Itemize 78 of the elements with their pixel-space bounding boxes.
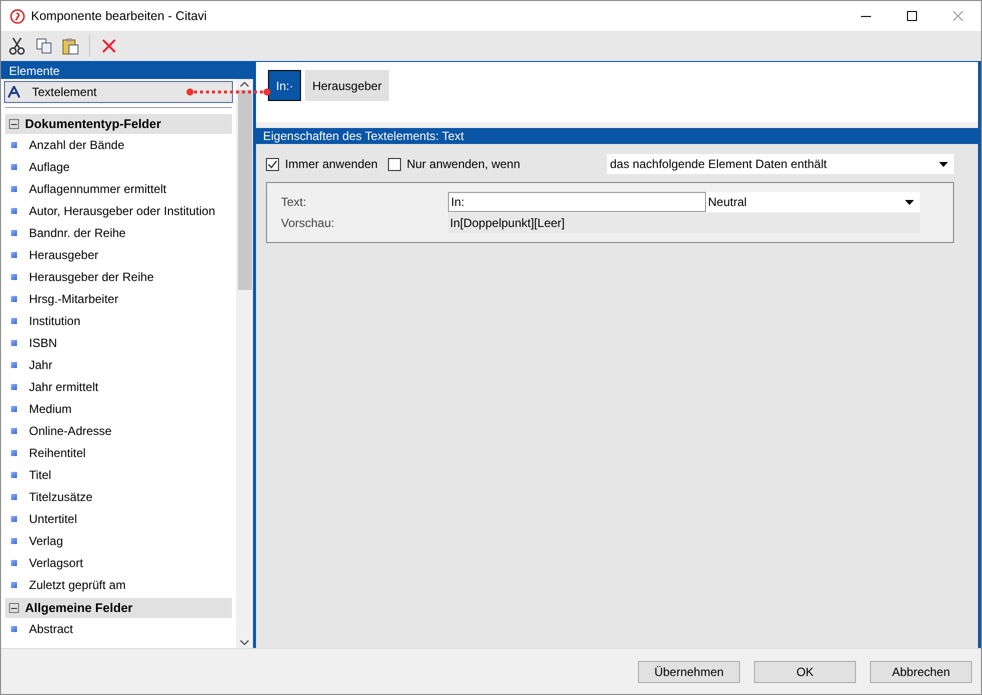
component-part[interactable]: Herausgeber: [305, 70, 389, 101]
field-icon: [11, 406, 17, 412]
field-icon: [11, 626, 17, 632]
style-select[interactable]: Neutral: [706, 192, 920, 212]
field-icon: [11, 340, 17, 346]
text-element-icon: [8, 86, 20, 98]
field-item[interactable]: ISBN: [1, 332, 236, 354]
close-icon[interactable]: [953, 11, 963, 21]
copy-icon[interactable]: [36, 38, 52, 54]
element-item[interactable]: Textelement: [4, 81, 233, 103]
field-icon: [11, 208, 17, 214]
field-icon: [11, 384, 17, 390]
clipboard-icon[interactable]: [62, 38, 79, 54]
field-item[interactable]: Zuletzt geprüft am: [1, 574, 236, 596]
field-icon: [11, 252, 17, 258]
field-icon: [11, 186, 17, 192]
collapse-icon[interactable]: [9, 119, 19, 129]
field-item[interactable]: Hrsg.-Mitarbeiter: [1, 288, 236, 310]
field-label: Vorschau:: [281, 215, 336, 232]
scissors-icon[interactable]: [8, 37, 24, 55]
field-item[interactable]: Jahr ermittelt: [1, 376, 236, 398]
field-icon: [11, 582, 17, 588]
field-item[interactable]: Untertitel: [1, 508, 236, 530]
group-header[interactable]: Dokumententyp-Felder: [5, 114, 232, 134]
panel-header: Elemente: [1, 62, 253, 79]
dialog-button[interactable]: OK: [754, 660, 856, 682]
dialog-button[interactable]: Abbrechen: [870, 660, 972, 682]
field-icon: [11, 274, 17, 280]
field-item[interactable]: Auflagennummer ermittelt: [1, 178, 236, 200]
field-icon: [11, 538, 17, 544]
dialog-button[interactable]: Übernehmen: [638, 660, 740, 682]
dropdown-arrow-icon: [905, 200, 914, 204]
field-item[interactable]: Medium: [1, 398, 236, 420]
checkbox[interactable]: [266, 158, 279, 170]
field-icon: [11, 450, 17, 456]
field-item[interactable]: Autor, Herausgeber oder Institution: [1, 200, 236, 222]
field-icon: [11, 472, 17, 478]
field-item[interactable]: Reihentitel: [1, 442, 236, 464]
app-logo-icon: [10, 8, 25, 24]
field-item[interactable]: Verlag: [1, 530, 236, 552]
field-icon: [11, 318, 17, 324]
field-item[interactable]: Bandnr. der Reihe: [1, 222, 236, 244]
checkbox[interactable]: [388, 158, 401, 170]
field-item[interactable]: Herausgeber der Reihe: [1, 266, 236, 288]
window-title: Komponente bearbeiten - Citavi: [31, 8, 207, 25]
component-part[interactable]: In:·: [268, 70, 302, 101]
text-input[interactable]: In:: [448, 192, 706, 212]
delete-icon[interactable]: [102, 39, 116, 53]
field-icon: [11, 164, 17, 170]
field-icon: [11, 560, 17, 566]
checkbox-label: Immer anwenden: [285, 156, 378, 173]
field-item[interactable]: Titelzusätze: [1, 486, 236, 508]
field-item[interactable]: Abstract: [1, 618, 236, 640]
scroll-down-icon[interactable]: [240, 640, 249, 645]
field-icon: [11, 428, 17, 434]
dropdown-arrow-icon: [939, 162, 948, 166]
field-icon: [11, 494, 17, 500]
field-item[interactable]: Titel: [1, 464, 236, 486]
field-icon: [11, 296, 17, 302]
collapse-icon[interactable]: [9, 603, 19, 613]
field-icon: [11, 516, 17, 522]
field-item[interactable]: Verlagsort: [1, 552, 236, 574]
checkbox-label: Nur anwenden, wenn: [406, 156, 520, 173]
group-header[interactable]: Allgemeine Felder: [5, 598, 232, 618]
field-item[interactable]: Online-Adresse: [1, 420, 236, 442]
preview-value: In[Doppelpunkt][Leer]: [448, 213, 920, 233]
scroll-up-icon[interactable]: [240, 82, 249, 87]
scrollbar[interactable]: [236, 79, 253, 648]
field-icon: [11, 362, 17, 368]
field-item[interactable]: Institution: [1, 310, 236, 332]
field-item[interactable]: Jahr: [1, 354, 236, 376]
field-icon: [11, 230, 17, 236]
field-label: Text:: [281, 194, 308, 211]
condition-select[interactable]: das nachfolgende Element Daten enthält: [607, 154, 954, 174]
field-icon: [11, 142, 17, 148]
field-item[interactable]: Herausgeber: [1, 244, 236, 266]
field-item[interactable]: Auflage: [1, 156, 236, 178]
field-item[interactable]: Anzahl der Bände: [1, 134, 236, 156]
